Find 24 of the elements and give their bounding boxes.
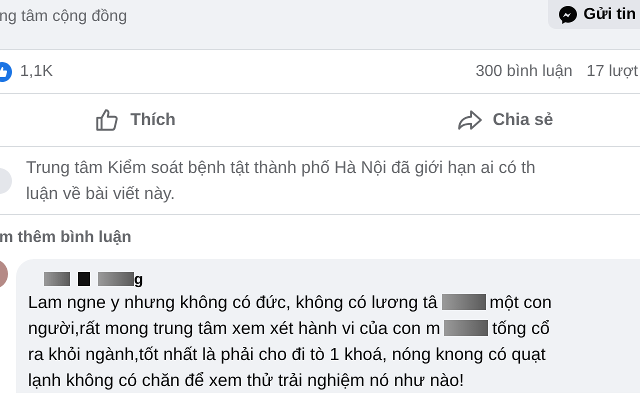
- comment-text: Lam ngne y nhưng không có đức, không có lương tâ: [28, 291, 438, 314]
- share-button[interactable]: Chia sẻ: [320, 94, 640, 146]
- censored-name-block: [78, 272, 90, 286]
- comment-text: tống cổ: [492, 317, 550, 340]
- messenger-icon: [558, 4, 578, 24]
- comment-author[interactable]: g: [134, 270, 144, 288]
- view-more-comments-link[interactable]: m thêm bình luận: [0, 229, 640, 247]
- comment-text: một con: [490, 291, 552, 314]
- send-message-button[interactable]: Gửi tin: [548, 0, 640, 29]
- comment-text: lạnh không có chăn để xem thử trải nghiệm nó như nào!: [28, 369, 464, 392]
- comment-restriction-notice: Trung tâm Kiểm soát bệnh tật thành phố Hà Nội đã giới hạn ai có th: [26, 156, 536, 178]
- censored-text-block: [444, 320, 488, 336]
- reaction-count[interactable]: 1,1K: [20, 62, 53, 80]
- censored-name-block: [44, 272, 70, 286]
- comment-text: ra khỏi ngành,tốt nhất là phải cho đi tò 1 khoá, nóng knong có quạt: [28, 343, 546, 366]
- censored-text-block: [442, 294, 486, 310]
- like-button[interactable]: Thích: [0, 94, 320, 146]
- comment-text: người,rất mong trung tâm xem xét hành vi của con m: [28, 317, 440, 340]
- thumbs-up-icon: [94, 107, 120, 133]
- censored-name-block: [98, 272, 134, 286]
- page-category: ng tâm cộng đồng: [0, 8, 128, 26]
- comment-count[interactable]: 300 bình luận: [476, 62, 573, 80]
- comment-restriction-notice: luận về bài viết này.: [26, 182, 176, 204]
- share-count[interactable]: 17 lượt: [586, 62, 638, 80]
